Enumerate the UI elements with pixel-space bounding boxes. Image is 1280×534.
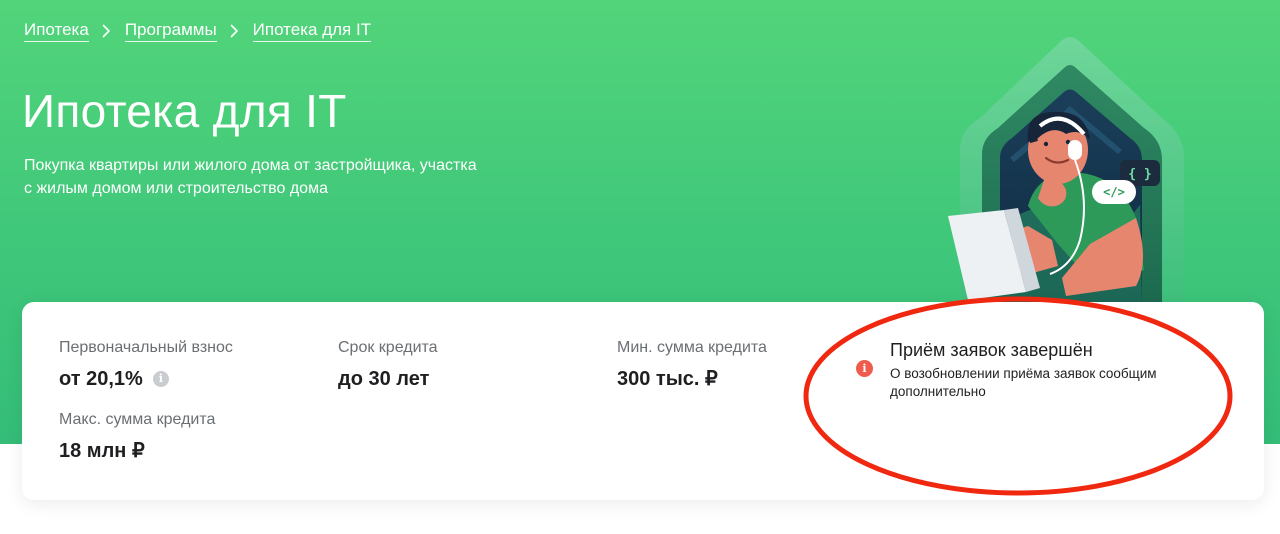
param-min-amount: Мин. сумма кредита 300 тыс. ₽ — [617, 338, 767, 391]
param-value: 18 млн ₽ — [59, 440, 145, 462]
param-value: до 30 лет — [338, 368, 430, 390]
breadcrumb: Ипотека Программы Ипотека для IT — [24, 20, 372, 42]
chevron-right-icon — [89, 24, 125, 38]
code-braces-badge: { } — [1128, 167, 1151, 182]
subtitle-line-1: Покупка квартиры или жилого дома от заст… — [24, 157, 477, 174]
param-value: 300 тыс. ₽ — [617, 368, 718, 390]
code-tag-badge: </> — [1103, 185, 1125, 199]
breadcrumb-item-programs[interactable]: Программы — [124, 20, 217, 42]
param-label: Макс. сумма кредита — [59, 411, 216, 428]
param-label: Мин. сумма кредита — [617, 339, 767, 356]
mortgage-parameters-card: Первоначальный взнос от 20,1% i Срок кре… — [22, 302, 1264, 500]
breadcrumb-item-it-mortgage[interactable]: Ипотека для IT — [252, 20, 372, 42]
param-term: Срок кредита до 30 лет — [338, 338, 438, 391]
chevron-right-icon — [217, 24, 253, 38]
breadcrumb-item-mortgage[interactable]: Ипотека — [24, 20, 89, 42]
page-title: Ипотека для IT — [22, 85, 347, 137]
notice-text: О возобновлении приёма заявок сообщим до… — [890, 366, 1157, 399]
developer-with-laptop-illustration: { } </> — [948, 37, 1184, 302]
param-label: Срок кредита — [338, 339, 438, 356]
param-value: от 20,1% — [59, 368, 143, 390]
param-max-amount: Макс. сумма кредита 18 млн ₽ — [59, 410, 215, 463]
info-icon[interactable]: i — [152, 371, 169, 387]
notice-title: Приём заявок завершён — [890, 340, 1093, 360]
param-value-wrap: от 20,1% i — [59, 367, 233, 391]
param-down-payment: Первоначальный взнос от 20,1% i — [59, 338, 233, 391]
subtitle-line-2: с жилым домом или строительство дома — [24, 180, 328, 197]
param-label: Первоначальный взнос — [59, 339, 233, 356]
page-subtitle: Покупка квартиры или жилого дома от заст… — [24, 154, 544, 200]
alert-icon: i — [856, 360, 873, 377]
